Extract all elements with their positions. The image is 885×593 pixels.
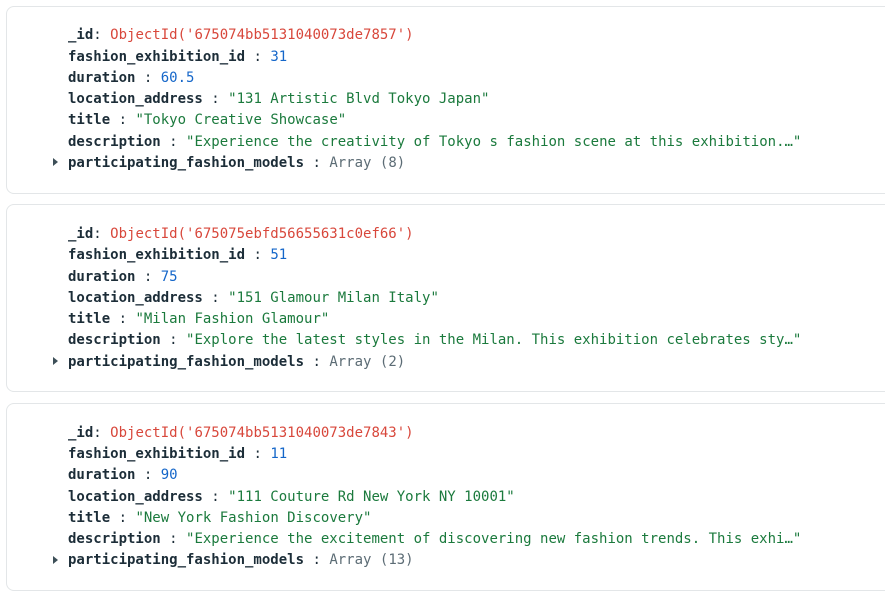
- field-fashion-exhibition-id: fashion_exhibition_id : 51: [68, 247, 288, 263]
- field-id: _id: ObjectId('675074bb5131040073de7857'…: [68, 27, 414, 43]
- field-participating-fashion-models[interactable]: participating_fashion_models : Array (8): [68, 153, 405, 174]
- field-duration: duration : 75: [68, 269, 178, 285]
- expand-caret-icon[interactable]: [53, 357, 58, 365]
- field-fashion-exhibition-id: fashion_exhibition_id : 31: [68, 49, 288, 65]
- field-title: title : "Tokyo Creative Showcase": [68, 112, 347, 128]
- field-participating-fashion-models[interactable]: participating_fashion_models : Array (2): [68, 352, 405, 373]
- field-location-address: location_address : "151 Glamour Milan It…: [68, 290, 439, 306]
- expand-caret-icon[interactable]: [53, 158, 58, 166]
- objectid-value: ObjectId('675074bb5131040073de7857'): [110, 27, 414, 43]
- expand-caret-icon[interactable]: [53, 556, 58, 564]
- field-description: description : "Experience the creativity…: [68, 134, 802, 150]
- field-duration: duration : 90: [68, 467, 178, 483]
- objectid-value: ObjectId('675074bb5131040073de7843'): [110, 425, 414, 441]
- field-location-address: location_address : "131 Artistic Blvd To…: [68, 91, 490, 107]
- objectid-value: ObjectId('675075ebfd56655631c0ef66'): [110, 226, 414, 242]
- field-duration: duration : 60.5: [68, 70, 195, 86]
- field-id: _id: ObjectId('675075ebfd56655631c0ef66'…: [68, 226, 414, 242]
- field-location-address: location_address : "111 Couture Rd New Y…: [68, 489, 515, 505]
- field-id: _id: ObjectId('675074bb5131040073de7843'…: [68, 425, 414, 441]
- field-fashion-exhibition-id: fashion_exhibition_id : 11: [68, 446, 288, 462]
- field-description: description : "Experience the excitement…: [68, 531, 802, 547]
- field-description: description : "Explore the latest styles…: [68, 332, 802, 348]
- field-title: title : "New York Fashion Discovery": [68, 510, 372, 526]
- field-participating-fashion-models[interactable]: participating_fashion_models : Array (13…: [68, 550, 414, 571]
- field-title: title : "Milan Fashion Glamour": [68, 311, 330, 327]
